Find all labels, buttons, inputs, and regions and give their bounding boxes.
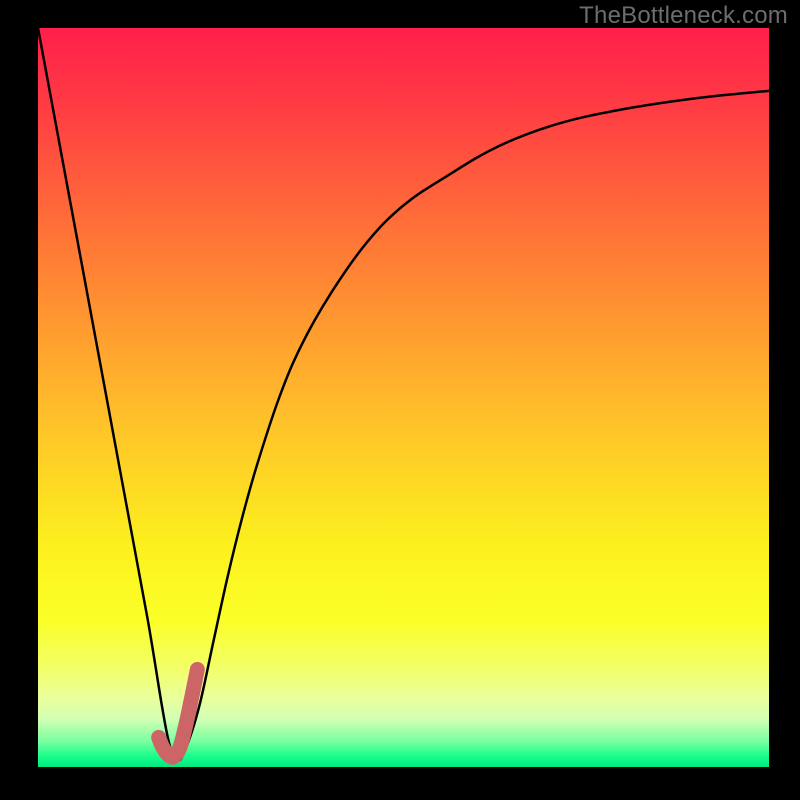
curve-layer [38, 28, 769, 767]
plot-area [38, 28, 769, 767]
chart-frame: TheBottleneck.com [0, 0, 800, 800]
bottleneck-curve [38, 28, 769, 760]
watermark-text: TheBottleneck.com [579, 2, 788, 30]
